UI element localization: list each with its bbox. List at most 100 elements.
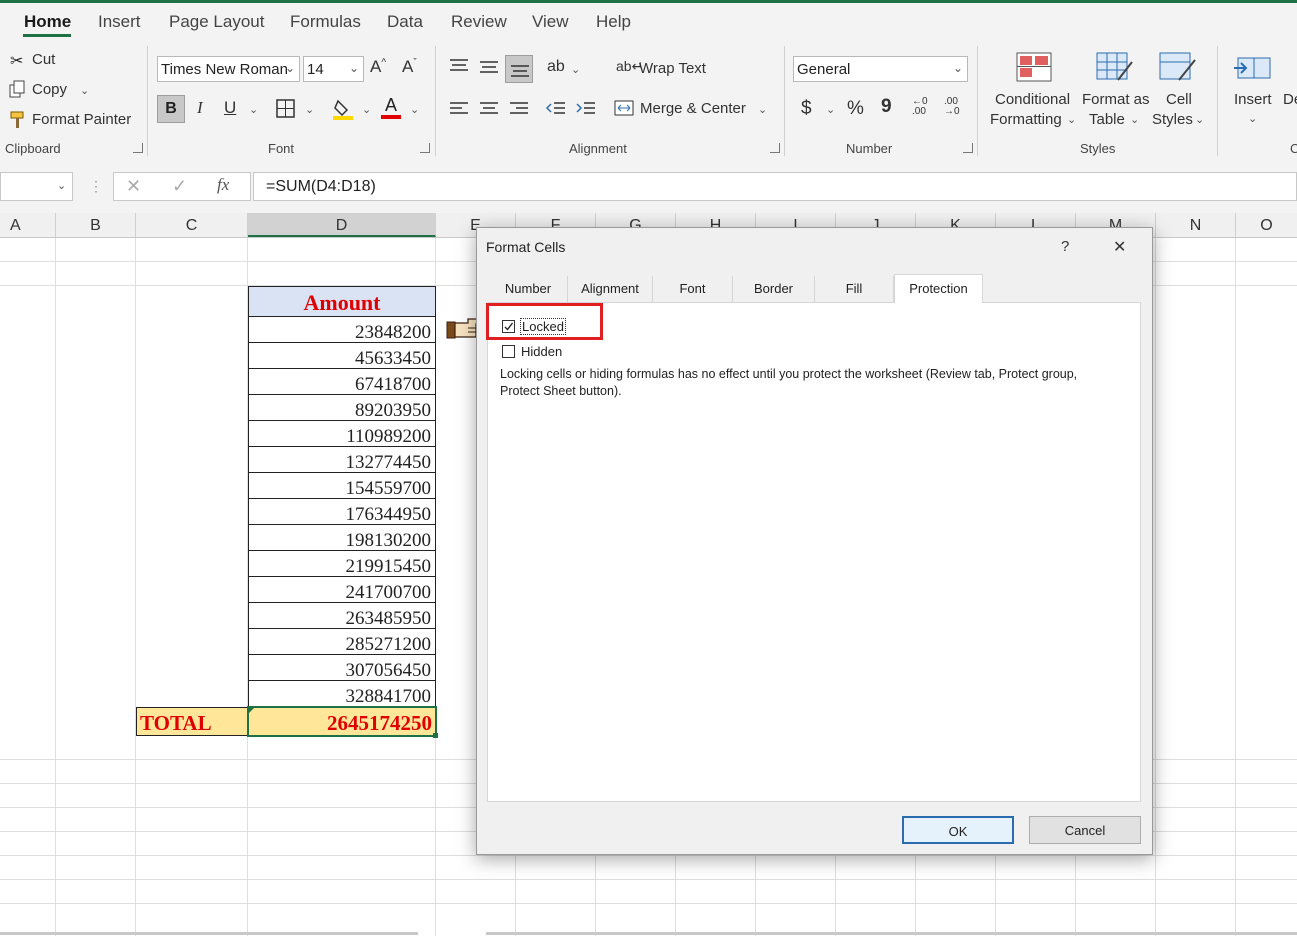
amount-header-cell[interactable]: Amount — [248, 286, 436, 317]
amount-cell[interactable]: 176344950 — [248, 499, 436, 525]
merge-center-button[interactable]: Merge & Center ⌄ — [614, 98, 774, 120]
increase-font-size-icon[interactable]: A^ — [370, 57, 386, 77]
format-painter-button[interactable]: Format Painter — [8, 110, 138, 132]
chevron-down-icon[interactable]: ⌄ — [826, 103, 835, 116]
italic-button[interactable]: I — [197, 98, 203, 118]
align-right-icon[interactable] — [508, 100, 530, 118]
amount-cell[interactable]: 307056450 — [248, 655, 436, 681]
font-name-select[interactable]: Times New Roman ⌄ — [157, 56, 300, 82]
column-header[interactable]: D — [248, 213, 436, 237]
increase-indent-icon[interactable] — [575, 100, 597, 118]
column-header[interactable]: O — [1236, 213, 1297, 237]
font-color-icon[interactable]: A — [381, 95, 403, 121]
copy-button[interactable]: Copy ⌄ — [8, 80, 138, 102]
amount-cell[interactable]: 89203950 — [248, 395, 436, 421]
amount-cell[interactable]: 45633450 — [248, 343, 436, 369]
tab-insert[interactable]: Insert — [98, 12, 141, 32]
alignment-dialog-launcher[interactable] — [770, 143, 780, 153]
tab-review[interactable]: Review — [451, 12, 507, 32]
comma-style-icon[interactable]: 9 — [881, 96, 892, 118]
increase-decimal-icon[interactable]: ←0.00 — [912, 97, 938, 121]
fill-handle[interactable] — [433, 733, 438, 738]
align-top-icon[interactable] — [448, 57, 470, 75]
format-as-table-button[interactable]: Format as Table ⌄ — [1080, 50, 1150, 132]
amount-cell[interactable]: 154559700 — [248, 473, 436, 499]
number-dialog-launcher[interactable] — [963, 143, 973, 153]
conditional-formatting-button[interactable]: Conditional Formatting ⌄ — [987, 50, 1079, 132]
bold-button[interactable]: B — [157, 95, 185, 123]
total-label-cell[interactable]: TOTAL — [136, 707, 248, 736]
tab-number[interactable]: Number — [489, 276, 568, 302]
column-header[interactable]: A — [0, 213, 56, 237]
tab-help[interactable]: Help — [596, 12, 631, 32]
cut-button[interactable]: ✂ Cut — [8, 50, 138, 72]
tab-formulas[interactable]: Formulas — [290, 12, 361, 32]
orientation-icon[interactable]: ab — [547, 58, 565, 76]
column-header[interactable]: N — [1156, 213, 1236, 237]
chevron-down-icon[interactable]: ⌄ — [410, 103, 419, 116]
tab-view[interactable]: View — [532, 12, 569, 32]
font-dialog-launcher[interactable] — [420, 143, 430, 153]
tab-data[interactable]: Data — [387, 12, 423, 32]
hidden-checkbox[interactable] — [502, 345, 515, 358]
percent-icon[interactable]: % — [847, 98, 864, 120]
decrease-indent-icon[interactable] — [545, 100, 567, 118]
amount-cell[interactable]: 285271200 — [248, 629, 436, 655]
chevron-down-icon[interactable]: ⌄ — [362, 103, 371, 116]
decrease-decimal-icon[interactable]: .00 →0 — [944, 97, 970, 121]
decrease-font-size-icon[interactable]: Aˇ — [402, 57, 417, 77]
insert-cells-button[interactable]: Insert ⌄ — [1228, 50, 1280, 132]
tab-font[interactable]: Font — [653, 276, 733, 302]
amount-cell[interactable]: 198130200 — [248, 525, 436, 551]
horizontal-scrollbar[interactable] — [486, 932, 1297, 935]
amount-cell[interactable]: 23848200 — [248, 317, 436, 343]
clipboard-dialog-launcher[interactable] — [133, 143, 143, 153]
formula-input[interactable]: =SUM(D4:D18) — [253, 172, 1297, 201]
align-center-icon[interactable] — [478, 100, 500, 118]
font-size-select[interactable]: 14 ⌄ — [303, 56, 364, 82]
ok-button[interactable]: OK — [902, 816, 1014, 844]
cell-styles-button[interactable]: Cell Styles ⌄ — [1150, 50, 1210, 132]
underline-button[interactable]: U — [224, 98, 236, 118]
chevron-down-icon[interactable]: ⌄ — [249, 103, 258, 116]
tab-page-layout[interactable]: Page Layout — [169, 12, 264, 32]
column-header[interactable]: B — [56, 213, 136, 237]
tab-protection[interactable]: Protection — [894, 274, 983, 303]
help-button[interactable]: ? — [1061, 238, 1069, 255]
borders-icon[interactable] — [276, 99, 296, 119]
amount-cell[interactable]: 263485950 — [248, 603, 436, 629]
insert-function-icon[interactable]: fx — [217, 175, 229, 195]
chevron-down-icon[interactable]: ⌄ — [57, 179, 66, 192]
align-bottom-button[interactable] — [505, 55, 533, 83]
close-icon[interactable]: ✕ — [1113, 237, 1126, 257]
chevron-down-icon[interactable]: ⌄ — [571, 63, 580, 76]
amount-cell[interactable]: 110989200 — [248, 421, 436, 447]
currency-icon[interactable]: $ — [801, 98, 812, 120]
total-value-cell[interactable]: 2645174250 — [247, 706, 437, 737]
number-format-select[interactable]: General ⌄ — [793, 56, 968, 82]
wrap-text-button[interactable]: ab↵ Wrap Text — [616, 58, 756, 80]
amount-cell[interactable]: 328841700 — [248, 681, 436, 707]
hidden-label[interactable]: Hidden — [521, 344, 562, 359]
sheet-scrollbar[interactable] — [0, 932, 418, 935]
confirm-entry-icon[interactable]: ✓ — [172, 176, 187, 197]
delete-cells-label[interactable]: De — [1283, 91, 1297, 108]
column-header[interactable]: C — [136, 213, 248, 237]
chevron-down-icon[interactable]: ⌄ — [305, 103, 314, 116]
align-left-icon[interactable] — [448, 100, 470, 118]
cancel-entry-icon[interactable]: ✕ — [126, 176, 141, 197]
amount-cell[interactable]: 67418700 — [248, 369, 436, 395]
amount-cell[interactable]: 132774450 — [248, 447, 436, 473]
amount-cell[interactable]: 241700700 — [248, 577, 436, 603]
amount-cell[interactable]: 219915450 — [248, 551, 436, 577]
name-box[interactable]: ⌄ — [0, 172, 73, 201]
tab-border[interactable]: Border — [733, 276, 815, 302]
tab-alignment[interactable]: Alignment — [568, 276, 653, 302]
formula-bar-grip-icon[interactable]: ⋮ — [89, 178, 103, 195]
fill-color-icon[interactable] — [332, 97, 356, 121]
cancel-button[interactable]: Cancel — [1029, 816, 1141, 844]
tab-home[interactable]: Home — [24, 12, 71, 32]
align-middle-icon[interactable] — [478, 59, 500, 77]
tab-fill[interactable]: Fill — [815, 276, 894, 302]
chevron-down-icon[interactable]: ⌄ — [80, 84, 89, 97]
